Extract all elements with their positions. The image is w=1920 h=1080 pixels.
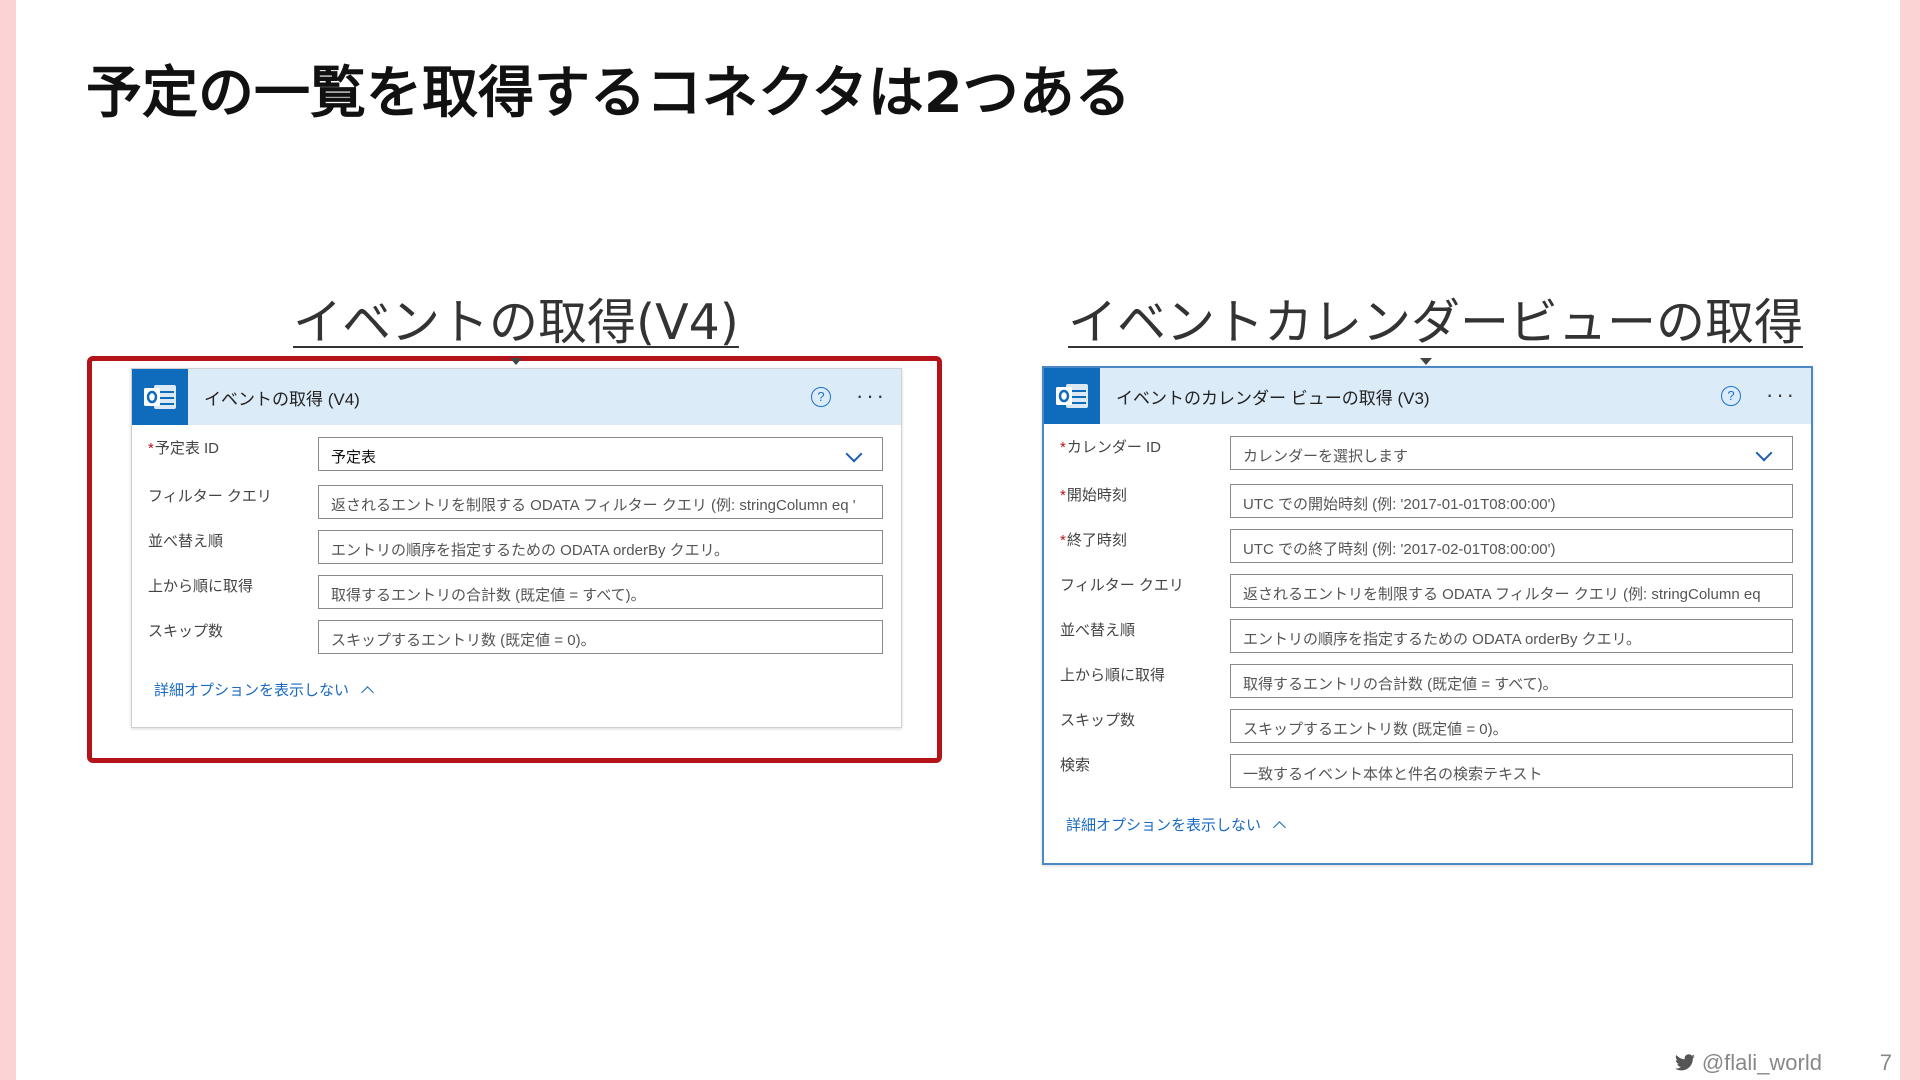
filter-query-input[interactable]: 返されるエントリを制限する ODATA フィルター クエリ (例: string… — [1230, 574, 1793, 608]
heading-get-calendar-view: イベントカレンダービューの取得 — [1068, 294, 1804, 351]
field-top-count: 上から順に取得 取得するエントリの合計数 (既定値 = すべて)。 — [148, 575, 883, 611]
action-card-get-calendar-view-v3[interactable]: イベントのカレンダー ビューの取得 (V3) ? ··· *カレンダー ID カ… — [1042, 366, 1813, 865]
field-skip-count: スキップ数 スキップするエントリ数 (既定値 = 0)。 — [1060, 709, 1793, 745]
outlook-icon — [132, 369, 188, 425]
skip-count-input[interactable]: スキップするエントリ数 (既定値 = 0)。 — [1230, 709, 1793, 743]
order-by-input[interactable]: エントリの順序を指定するための ODATA orderBy クエリ。 — [1230, 619, 1793, 653]
search-input[interactable]: 一致するイベント本体と件名の検索テキスト — [1230, 754, 1793, 788]
field-label: *開始時刻 — [1060, 487, 1127, 504]
hide-advanced-options-link[interactable]: 詳細オプションを表示しない — [1066, 814, 1286, 835]
more-options-icon[interactable]: ··· — [1766, 382, 1797, 408]
field-skip-count: スキップ数 スキップするエントリ数 (既定値 = 0)。 — [148, 620, 883, 656]
slide-edge-right — [1900, 0, 1920, 1080]
field-order-by: 並べ替え順 エントリの順序を指定するための ODATA orderBy クエリ。 — [148, 530, 883, 566]
calendar-id-dropdown[interactable]: カレンダーを選択します — [1230, 436, 1793, 470]
chevron-up-icon — [361, 686, 374, 699]
card-title: イベントのカレンダー ビューの取得 (V3) — [1116, 388, 1430, 408]
field-calendar-id: *カレンダー ID カレンダーを選択します — [1060, 436, 1793, 472]
chevron-up-icon — [1273, 821, 1286, 834]
top-count-input[interactable]: 取得するエントリの合計数 (既定値 = すべて)。 — [1230, 664, 1793, 698]
field-label: スキップ数 — [1060, 712, 1136, 729]
card-header[interactable]: イベントの取得 (V4) ? ··· — [132, 369, 901, 425]
start-time-input[interactable]: UTC での開始時刻 (例: '2017-01-01T08:00:00') — [1230, 484, 1793, 518]
help-icon[interactable]: ? — [1721, 386, 1741, 406]
field-filter-query: フィルター クエリ 返されるエントリを制限する ODATA フィルター クエリ … — [148, 485, 883, 521]
page-number: 7 — [1879, 1050, 1892, 1075]
field-label: 上から順に取得 — [1060, 667, 1166, 684]
connector-arrow-icon — [510, 358, 522, 365]
end-time-input[interactable]: UTC での終了時刻 (例: '2017-02-01T08:00:00') — [1230, 529, 1793, 563]
chevron-down-icon[interactable] — [845, 445, 863, 463]
twitter-icon — [1674, 1050, 1702, 1075]
top-count-input[interactable]: 取得するエントリの合計数 (既定値 = すべて)。 — [318, 575, 883, 609]
field-order-by: 並べ替え順 エントリの順序を指定するための ODATA orderBy クエリ。 — [1060, 619, 1793, 655]
field-label: 検索 — [1060, 757, 1091, 774]
field-label: 並べ替え順 — [1060, 622, 1136, 639]
field-top-count: 上から順に取得 取得するエントリの合計数 (既定値 = すべて)。 — [1060, 664, 1793, 700]
footer-twitter-handle: @flali_world — [1674, 1050, 1822, 1076]
field-label: スキップ数 — [148, 623, 224, 640]
heading-get-events-v4: イベントの取得(V4) — [293, 294, 739, 351]
help-icon[interactable]: ? — [811, 387, 831, 407]
connector-arrow-icon — [1420, 358, 1432, 365]
field-end-time: *終了時刻 UTC での終了時刻 (例: '2017-02-01T08:00:0… — [1060, 529, 1793, 565]
skip-count-input[interactable]: スキップするエントリ数 (既定値 = 0)。 — [318, 620, 883, 654]
action-card-get-events-v4[interactable]: イベントの取得 (V4) ? ··· *予定表 ID 予定表 フィルター クエリ… — [131, 368, 902, 728]
field-calendar-id: *予定表 ID 予定表 — [148, 437, 883, 473]
field-label: フィルター クエリ — [148, 488, 272, 505]
field-label: 上から順に取得 — [148, 578, 254, 595]
field-filter-query: フィルター クエリ 返されるエントリを制限する ODATA フィルター クエリ … — [1060, 574, 1793, 610]
card-header[interactable]: イベントのカレンダー ビューの取得 (V3) ? ··· — [1044, 368, 1811, 424]
field-label: *カレンダー ID — [1060, 439, 1162, 456]
field-label: *終了時刻 — [1060, 532, 1127, 549]
field-search: 検索 一致するイベント本体と件名の検索テキスト — [1060, 754, 1793, 790]
field-start-time: *開始時刻 UTC での開始時刻 (例: '2017-01-01T08:00:0… — [1060, 484, 1793, 520]
slide-title: 予定の一覧を取得するコネクタは2つある — [86, 61, 1131, 126]
chevron-down-icon[interactable] — [1755, 444, 1773, 462]
card-title: イベントの取得 (V4) — [204, 389, 360, 409]
hide-advanced-options-link[interactable]: 詳細オプションを表示しない — [154, 679, 374, 700]
order-by-input[interactable]: エントリの順序を指定するための ODATA orderBy クエリ。 — [318, 530, 883, 564]
field-label: フィルター クエリ — [1060, 577, 1184, 594]
filter-query-input[interactable]: 返されるエントリを制限する ODATA フィルター クエリ (例: string… — [318, 485, 883, 519]
calendar-id-dropdown[interactable]: 予定表 — [318, 437, 883, 471]
more-options-icon[interactable]: ··· — [856, 383, 887, 409]
slide-edge-left — [0, 0, 16, 1080]
outlook-icon — [1044, 368, 1100, 424]
field-label: *予定表 ID — [148, 440, 220, 457]
field-label: 並べ替え順 — [148, 533, 224, 550]
